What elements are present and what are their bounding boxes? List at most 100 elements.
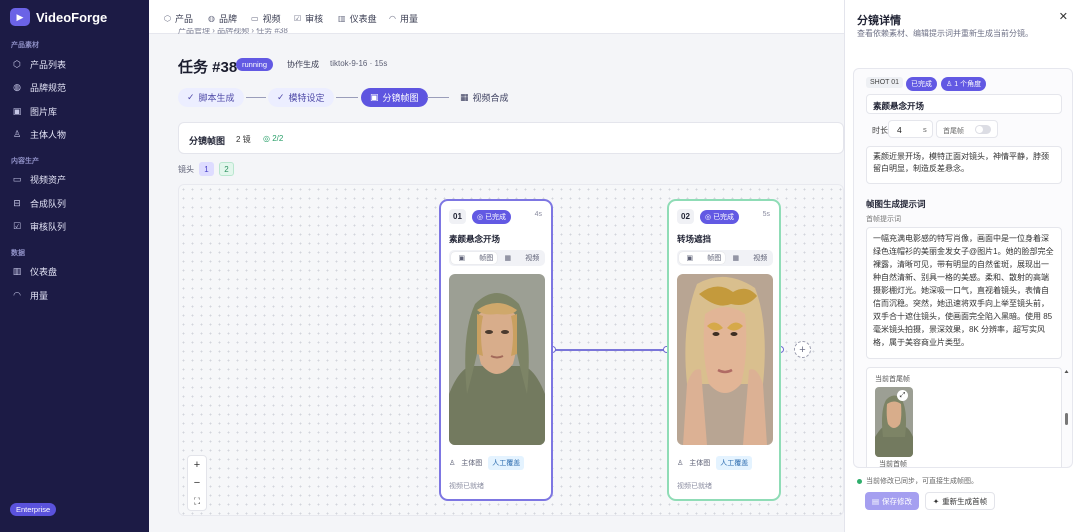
toggle-switch[interactable] — [975, 125, 991, 134]
prompt-textarea[interactable]: 一幅充满电影感的特写肖像，画面中是一位身着深绿色连帽衫的美丽金发女子@图片1。她… — [866, 227, 1062, 359]
check-circle-icon: ✓ — [277, 92, 285, 102]
brand-name: VideoForge — [36, 9, 108, 25]
step-label: 分镜帧图 — [382, 93, 419, 103]
sidebar-item-video-assets[interactable]: ▭ 视频资产 — [12, 171, 142, 187]
scrollbar[interactable] — [1064, 369, 1069, 468]
sidebar-item-compose-queue[interactable]: ⊟ 合成队列 — [12, 195, 142, 211]
shot-duration: 5s — [762, 211, 770, 218]
regenerate-button[interactable]: ✦ 重新生成首帧 — [925, 492, 995, 510]
topnav-brand[interactable]: ◍ 品牌 — [208, 12, 237, 25]
frame-image[interactable] — [677, 274, 773, 445]
step-video[interactable]: ▦ 视频合成 — [451, 88, 518, 107]
tab-frame[interactable]: ▣ 帧图 — [451, 252, 497, 264]
zoom-controls: + − ⛶ — [187, 455, 207, 511]
topnav-dashboard[interactable]: ▥ 仪表盘 — [338, 12, 377, 25]
section-title: 数据 — [11, 250, 25, 257]
frame-image[interactable] — [449, 274, 545, 445]
person-icon: ♙ — [12, 128, 22, 139]
sidebar-item-review-queue[interactable]: ☑ 审核队列 — [12, 218, 142, 234]
image-icon: ▣ — [12, 105, 22, 116]
image-icon: ▣ — [686, 255, 694, 262]
topnav-label: 审核 — [305, 14, 324, 24]
tab-frame[interactable]: ▣ 帧图 — [679, 252, 725, 264]
sidebar-item-images[interactable]: ▣ 图片库 — [12, 103, 142, 119]
video-status: 视频已就绪 — [677, 483, 712, 490]
sparkle-icon: ✦ — [932, 496, 940, 506]
section-title: 产品素材 — [11, 42, 39, 49]
first-last-frame-toggle[interactable]: 首尾帧 — [936, 120, 998, 138]
sidebar-item-products[interactable]: ⬡ 产品列表 — [12, 56, 142, 72]
topnav-video[interactable]: ▭ 视频 — [251, 12, 281, 25]
zoom-in-button[interactable]: + — [194, 459, 200, 471]
done-count: ◎ 2/2 — [263, 134, 283, 143]
step-label: 视频合成 — [472, 93, 509, 103]
tab-video[interactable]: ▦ 视频 — [497, 252, 543, 264]
close-icon[interactable]: ✕ — [1059, 10, 1068, 23]
palette-icon: ◍ — [13, 81, 21, 92]
sidebar-item-label: 审核队列 — [30, 221, 67, 232]
sync-text: 当前修改已同步，可直接生成帧图。 — [866, 478, 978, 485]
film-icon: ▦ — [732, 255, 740, 262]
step-storyboard[interactable]: ▣ 分镜帧图 — [361, 88, 428, 107]
topnav-label: 用量 — [399, 14, 418, 24]
task-meta: tiktok-9-16 · 15s — [330, 59, 388, 68]
lens-button-1[interactable]: 1 — [199, 162, 214, 176]
save-button[interactable]: ▤ 保存修改 — [865, 492, 919, 510]
prompt-section-title: 帧图生成提示词 — [866, 199, 926, 209]
image-icon: ▣ — [458, 255, 466, 262]
tab-label: 帧图 — [479, 255, 494, 262]
card-footer: ♙ 主体图 人工覆盖 — [677, 456, 753, 470]
page-title: 任务 #38 — [178, 59, 238, 76]
topnav-products[interactable]: ⬡ 产品 — [164, 12, 193, 25]
breadcrumb[interactable]: 产品管理 › 品牌视频 › 任务 #38 — [178, 28, 288, 36]
topnav-review[interactable]: ☑ 审核 — [294, 12, 323, 25]
description-textarea[interactable]: 素颜近景开场，模特正面对镜头，神情平静，脖颈留白明显，制造反差悬念。 — [866, 146, 1062, 184]
add-shot-button[interactable]: + — [794, 341, 811, 358]
step-connector — [336, 97, 358, 98]
card-footer: ♙ 主体图 人工覆盖 — [449, 456, 525, 470]
shot-title: 素颜悬念开场 — [449, 234, 501, 244]
step-connector — [427, 97, 449, 98]
step-connector — [246, 97, 266, 98]
topnav-usage[interactable]: ◠ 用量 — [389, 12, 418, 25]
plan-badge: Enterprise — [10, 503, 57, 516]
storyboard-title: 分镜帧图 — [189, 136, 226, 146]
shot-card[interactable]: 01 ◎ 已完成 4s 素颜悬念开场 ▣ 帧图 ▦ 视频 ♙ 主体图 人工覆盖 视频… — [439, 199, 553, 501]
gauge-icon: ◠ — [13, 289, 21, 300]
brand[interactable]: ▶ VideoForge — [10, 8, 107, 26]
film-icon: ▦ — [504, 255, 512, 262]
step-label: 模特设定 — [288, 93, 325, 103]
fit-view-button[interactable]: ⛶ — [194, 496, 200, 507]
sidebar-item-label: 用量 — [30, 290, 49, 301]
chart-icon: ▥ — [338, 14, 346, 23]
button-label: 保存修改 — [882, 496, 913, 506]
sidebar-item-usage[interactable]: ◠ 用量 — [12, 287, 142, 303]
zoom-icon[interactable]: ⤢ — [897, 390, 908, 401]
override-tag: 人工覆盖 — [488, 456, 525, 470]
sidebar-item-dashboard[interactable]: ▥ 仪表盘 — [12, 263, 142, 279]
sync-status: 当前修改已同步，可直接生成帧图。 — [857, 476, 978, 486]
video-icon: ▭ — [12, 173, 22, 184]
sidebar-item-subjects[interactable]: ♙ 主体人物 — [12, 126, 142, 142]
lens-label: 镜头 — [178, 164, 194, 174]
sidebar-item-brand[interactable]: ◍ 品牌规范 — [12, 79, 142, 95]
view-toggle: ▣ 帧图 ▦ 视频 — [677, 250, 773, 266]
shot-name-input[interactable]: 素颜悬念开场 — [866, 94, 1062, 114]
tab-label: 视频 — [753, 255, 768, 262]
subject-label: 主体图 — [461, 460, 483, 467]
shot-detail-box: SHOT 01 已完成 ♙ 1 个角度 素颜悬念开场 时长 4 s 首尾帧 素颜… — [853, 68, 1073, 468]
step-script[interactable]: ✓ 脚本生成 — [178, 88, 244, 107]
tab-video[interactable]: ▦ 视频 — [725, 252, 771, 264]
override-tag: 人工覆盖 — [716, 456, 753, 470]
panel-title: 分镜详情 — [857, 15, 901, 27]
step-model[interactable]: ✓ 模特设定 — [268, 88, 334, 107]
lens-button-2[interactable]: 2 — [219, 162, 234, 176]
sidebar-item-label: 图片库 — [30, 106, 58, 117]
shot-card[interactable]: 02 ◎ 已完成 5s 转场遮挡 ▣ 帧图 ▦ 视频 ♙ 主体图 人工覆盖 视频已就… — [667, 199, 781, 501]
queue-icon: ⊟ — [13, 197, 21, 208]
video-camera-icon: ▶ — [10, 8, 30, 26]
chart-icon: ▥ — [12, 265, 22, 276]
video-icon: ▭ — [251, 14, 259, 23]
zoom-out-button[interactable]: − — [194, 477, 200, 489]
status-dot — [857, 478, 862, 484]
